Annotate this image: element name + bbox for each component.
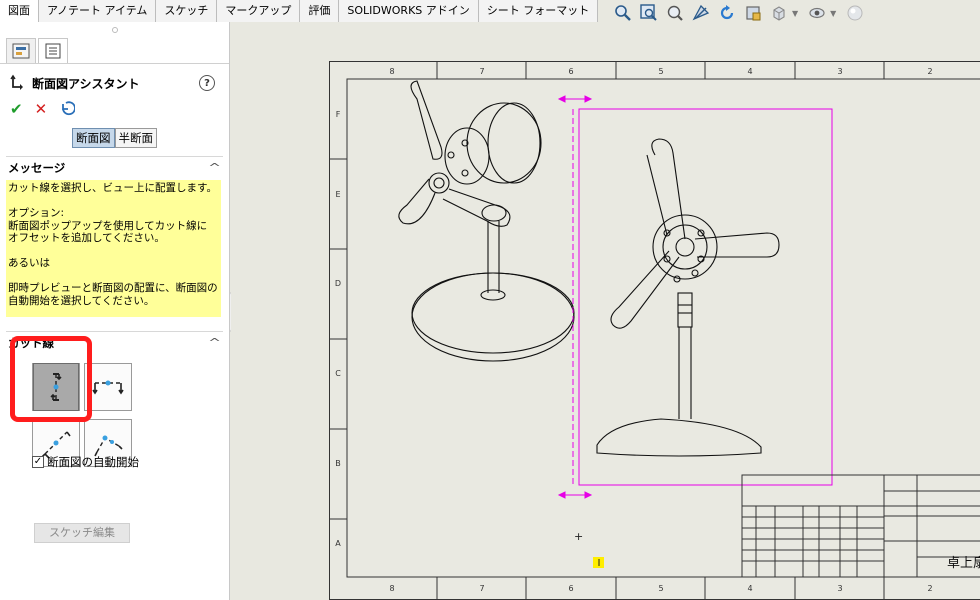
drawing-sheet[interactable]: 8 7 6 5 4 3 2 8 7 6 5 4 3 2 F E D C B A — [329, 61, 980, 600]
zoom-to-area-icon[interactable] — [638, 2, 660, 24]
zone-number: 3 — [837, 584, 842, 593]
previous-view-icon[interactable] — [664, 2, 686, 24]
tab-addins[interactable]: SOLIDWORKS アドイン — [339, 0, 479, 22]
panel-grip[interactable] — [0, 22, 229, 38]
chevron-up-icon[interactable]: ^ — [208, 336, 221, 349]
zone-letter: C — [335, 369, 341, 378]
section-mode-toggle: 断面図 半断面 — [0, 128, 229, 148]
auto-start-label: 断面図の自動開始 — [47, 455, 139, 469]
ok-button[interactable]: ✔ — [10, 101, 23, 117]
tab-evaluate[interactable]: 評価 — [300, 0, 340, 22]
drawing-title: 卓上扇 — [947, 555, 980, 571]
feature-manager-tab-icon[interactable] — [6, 38, 36, 63]
tab-markup[interactable]: マークアップ — [217, 0, 301, 22]
zone-number: 5 — [658, 67, 663, 76]
highlight-frame — [10, 336, 92, 422]
message-line: 即時プレビューと断面図の配置に、断面図の — [8, 282, 218, 294]
horizontal-cutline-icon — [92, 380, 124, 395]
cancel-button[interactable]: ✕ — [35, 101, 48, 117]
chevron-down-icon[interactable]: ▼ — [792, 9, 798, 18]
heads-up-toolbar: ▼ ▼ — [612, 2, 866, 24]
cursor-crosshair: + — [574, 530, 583, 543]
action-buttons: ✔ ✕ — [0, 98, 229, 120]
message-line — [8, 270, 219, 283]
panel-tabs — [0, 38, 229, 64]
rotate-icon[interactable] — [716, 2, 738, 24]
message-box: カット線を選択し、ビュー上に配置します。 オプション: 断面図ポップアップを使用… — [6, 180, 221, 317]
zone-number: 4 — [747, 67, 752, 76]
view-orientation-icon[interactable] — [768, 2, 790, 24]
tab-sketch[interactable]: スケッチ — [156, 0, 218, 22]
tab-drawing[interactable]: 図面 — [0, 0, 39, 22]
property-manager-tab-icon[interactable] — [38, 38, 68, 63]
zone-letter: B — [335, 459, 341, 468]
message-line — [8, 245, 219, 258]
message-line: カット線を選択し、ビュー上に配置します。 — [8, 182, 217, 194]
zone-number: 5 — [658, 584, 663, 593]
appearance-sphere-icon[interactable] — [844, 2, 866, 24]
command-manager-tabs: 図面 アノテート アイテム スケッチ マークアップ 評価 SOLIDWORKS … — [0, 0, 599, 22]
zone-number: 6 — [568, 584, 573, 593]
zone-letter: F — [336, 110, 341, 119]
undo-icon[interactable] — [59, 100, 76, 119]
section-view-assist-icon — [10, 74, 24, 93]
zone-letter: E — [335, 190, 340, 199]
message-line: オフセットを追加してください。 — [8, 232, 165, 244]
message-line: オプション: — [8, 207, 65, 219]
message-line — [8, 195, 219, 208]
hide-show-icon[interactable] — [806, 2, 828, 24]
zone-number: 2 — [927, 584, 932, 593]
property-title-row: 断面図アシスタント ? — [0, 68, 229, 98]
half-section-button[interactable]: 半断面 — [114, 128, 157, 148]
zone-number: 2 — [927, 67, 932, 76]
message-line: 自動開始を選択してください。 — [8, 294, 155, 307]
property-manager-panel: 断面図アシスタント ? ✔ ✕ 断面図 半断面 メッセージ ^ カット線を選択し… — [0, 22, 230, 600]
zone-number: 7 — [479, 584, 484, 593]
tab-annotation[interactable]: アノテート アイテム — [39, 0, 157, 22]
page-title: 断面図アシスタント — [32, 76, 140, 91]
message-section-header[interactable]: メッセージ ^ — [6, 156, 223, 178]
tab-sheet-format[interactable]: シート フォーマット — [478, 0, 599, 22]
zone-number: 8 — [389, 584, 394, 593]
message-line: あるいは — [8, 257, 50, 269]
sketch-edit-button[interactable]: スケッチ編集 — [34, 523, 130, 543]
message-line: 断面図ポップアップを使用してカット線に — [8, 219, 208, 232]
pan-icon[interactable] — [742, 2, 764, 24]
zone-number: 6 — [568, 67, 573, 76]
auto-start-checkbox[interactable]: ✓ — [32, 456, 44, 468]
zone-number: 8 — [389, 67, 394, 76]
chevron-down-icon[interactable]: ▼ — [830, 9, 836, 18]
help-icon[interactable]: ? — [199, 75, 215, 91]
zone-letter: D — [335, 279, 341, 288]
zoom-to-fit-icon[interactable] — [612, 2, 634, 24]
chevron-up-icon[interactable]: ^ — [208, 161, 221, 174]
zone-number: 3 — [837, 67, 842, 76]
zone-number: 7 — [479, 67, 484, 76]
section-view-icon[interactable] — [690, 2, 712, 24]
message-section-title: メッセージ — [8, 160, 66, 175]
full-section-button[interactable]: 断面図 — [72, 128, 115, 148]
zone-letter: A — [335, 539, 341, 548]
auto-start-row: ✓ 断面図の自動開始 — [32, 454, 139, 470]
zone-number: 4 — [747, 584, 752, 593]
